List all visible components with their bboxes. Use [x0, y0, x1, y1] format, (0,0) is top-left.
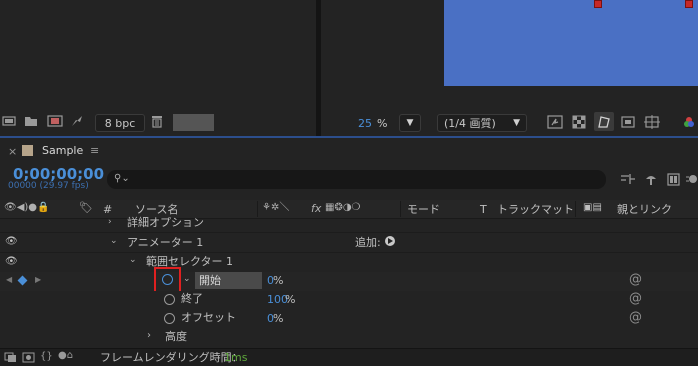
modes-toggle-icon[interactable] [21, 351, 35, 363]
zoom-dropdown[interactable]: ▼ [399, 114, 421, 132]
tab-menu-icon[interactable]: ≡ [90, 145, 99, 156]
range-selector-label[interactable]: 範囲セレクター 1 [146, 256, 233, 267]
expand-arrow-icon[interactable]: › [147, 331, 151, 341]
offset-label[interactable]: オフセット [181, 312, 236, 323]
stopwatch-icon[interactable] [164, 313, 175, 324]
new-composition-icon[interactable] [47, 115, 63, 127]
av-features-icons[interactable]: 👁◀)●🔒 [4, 203, 49, 213]
expand-arrow-icon[interactable]: › [108, 218, 112, 227]
draft-3d-icon[interactable] [619, 172, 637, 186]
bounding-box-handle[interactable] [594, 0, 602, 8]
matte-icons: ▣▤ [583, 202, 602, 213]
layer-number-header: # [103, 203, 113, 216]
in-out-toggle-icon[interactable]: {} [40, 352, 53, 362]
trash-icon[interactable] [150, 115, 164, 128]
search-input[interactable]: ⚲⌄ [107, 170, 606, 189]
visibility-eye-icon[interactable]: 👁 [5, 257, 18, 267]
render-time-value: 1ms [224, 351, 248, 364]
table-row [0, 253, 698, 273]
next-keyframe-icon[interactable]: ▶ [35, 276, 41, 284]
comp-label-color[interactable] [22, 145, 33, 156]
play-icon [388, 238, 393, 244]
preserve-transparency-header: T [480, 203, 487, 216]
collapse-arrow-icon[interactable]: ⌄ [129, 256, 137, 265]
offset-unit: % [273, 312, 284, 325]
resolution-dropdown[interactable]: (1/4 画質) ▼ [437, 114, 527, 132]
animator-label[interactable]: アニメーター 1 [127, 237, 203, 248]
mask-visibility-icon[interactable] [594, 112, 614, 131]
height-label[interactable]: 高度 [165, 331, 187, 342]
collapse-arrow-icon[interactable]: ⌄ [110, 237, 118, 246]
project-color-swatch[interactable] [173, 114, 214, 131]
start-unit: % [273, 274, 284, 287]
zoom-value[interactable]: 25 [358, 118, 372, 129]
zoom-unit: % [377, 117, 388, 130]
shy-layers-icon[interactable] [643, 172, 659, 186]
new-folder-icon[interactable] [24, 115, 38, 127]
start-label[interactable]: 開始 [199, 275, 221, 286]
visibility-eye-icon[interactable]: 👁 [5, 237, 18, 247]
search-icon: ⚲⌄ [114, 173, 130, 184]
track-matte-header[interactable]: トラックマット [497, 204, 574, 215]
close-tab-icon[interactable]: × [8, 146, 17, 157]
end-unit: % [285, 293, 296, 306]
chevron-down-icon: ▼ [406, 118, 414, 128]
layer-switches-toggle-icon[interactable] [3, 351, 17, 363]
pick-whip-icon[interactable]: @ [629, 273, 642, 286]
effects-header: fx [311, 202, 322, 215]
add-label: 追加: [355, 236, 381, 249]
column-divider [257, 201, 258, 217]
stopwatch-icon[interactable] [162, 274, 173, 285]
advanced-options-label[interactable]: 詳細オプション [127, 217, 204, 228]
chevron-down-icon: ▼ [513, 118, 520, 128]
table-row [0, 233, 698, 253]
frame-blending-icon[interactable] [666, 172, 680, 186]
end-label[interactable]: 終了 [181, 293, 203, 304]
table-row [0, 329, 698, 349]
table-row [0, 291, 698, 311]
label-column-icon[interactable]: 🏷 [79, 202, 93, 213]
mode-header[interactable]: モード [407, 204, 440, 215]
fast-previews-icon[interactable] [546, 114, 564, 130]
current-time-display[interactable]: 0;00;00;00 [13, 167, 104, 182]
channel-rgb-icon[interactable] [683, 116, 695, 128]
bit-depth-button[interactable]: 8 bpc [95, 114, 145, 132]
table-row [0, 272, 698, 292]
resolution-label: (1/4 画質) [444, 116, 496, 130]
bounding-box-handle[interactable] [685, 0, 693, 8]
render-queue-icon[interactable] [70, 115, 84, 127]
interpret-footage-icon[interactable] [2, 115, 16, 127]
column-divider [575, 201, 576, 217]
tab-composition[interactable]: Sample [42, 145, 83, 156]
table-row [0, 310, 698, 330]
parent-link-header[interactable]: 親とリンク [617, 204, 672, 215]
prev-keyframe-icon[interactable]: ◀ [6, 276, 12, 284]
graph-toggle-icon[interactable]: ⌄ [183, 275, 191, 284]
render-time-toggle-icon[interactable]: ●⌂ [58, 351, 73, 361]
table-row [0, 219, 698, 233]
source-name-header[interactable]: ソース名 [135, 204, 178, 215]
region-of-interest-icon[interactable] [619, 114, 637, 130]
switches-icons: ⚘✲＼ [262, 202, 290, 213]
render-time-label: フレームレンダリング時間： [100, 351, 243, 364]
pick-whip-icon[interactable]: @ [629, 311, 642, 324]
grid-guide-options-icon[interactable] [643, 114, 661, 130]
motion-blur-icon[interactable] [686, 172, 698, 186]
column-divider [400, 201, 401, 217]
composition-canvas[interactable] [444, 0, 698, 86]
stopwatch-icon[interactable] [164, 294, 175, 305]
transparency-grid-icon[interactable] [570, 114, 588, 130]
switches-icons-2: ▦❂◑❍ [325, 202, 361, 213]
add-property-button[interactable] [385, 236, 395, 246]
frame-info: 00000 (29.97 fps) [8, 181, 89, 191]
pick-whip-icon[interactable]: @ [629, 292, 642, 305]
